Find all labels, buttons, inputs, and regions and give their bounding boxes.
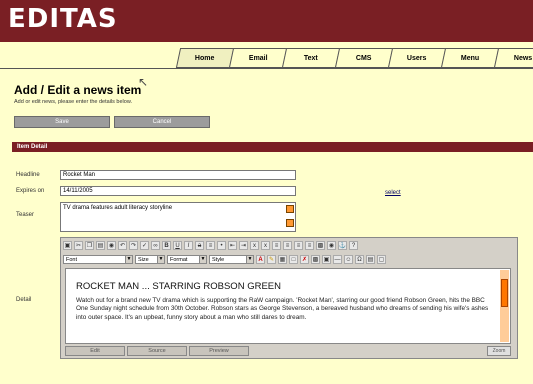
section-header: Item Detail [12,142,533,152]
highlight-icon[interactable]: ✎ [267,255,276,264]
unordered-list-icon[interactable]: • [217,241,226,250]
article-heading: ROCKET MAN ... STARRING ROBSON GREEN [76,281,281,292]
chevron-down-icon: ▼ [157,256,164,263]
tab-news[interactable]: News [493,48,533,68]
editor-toolbar-row-1: ▣ ✂ ❐ ▤ ◉ ↶ ↷ ✓ ∞ B U I a ≡ • ⇤ ⇥ x x ≡ … [63,240,358,251]
clear-format-icon[interactable]: ✗ [300,255,309,264]
article-body: Watch out for a brand new TV drama which… [76,297,489,321]
underline-icon[interactable]: U [173,241,182,250]
image-icon[interactable]: ▩ [316,241,325,250]
expires-label: Expires on [16,188,45,194]
anchor-icon[interactable]: ⚓ [338,241,347,250]
italic-icon[interactable]: I [184,241,193,250]
format-select[interactable]: Format ▼ [167,255,207,264]
tab-email[interactable]: Email [228,48,288,68]
link-icon[interactable]: ∞ [151,241,160,250]
headline-label: Headline [16,172,40,178]
mouse-cursor-icon: ↖ [138,75,149,89]
paste-icon[interactable]: ▤ [96,241,105,250]
tab-menu[interactable]: Menu [440,48,500,68]
form-icon[interactable]: □ [289,255,298,264]
strikethrough-icon[interactable]: a [195,241,204,250]
editor-toolbar-row-2: Font ▼ Size ▼ Format ▼ Style ▼ A ✎ ▦ □ ✗ ▩ ▣… [63,254,386,265]
tab-users[interactable]: Users [387,48,447,68]
detail-label: Detail [16,297,32,303]
editor-scroll-thumb[interactable] [501,279,508,307]
redo-icon[interactable]: ↷ [129,241,138,250]
size-select[interactable]: Size ▼ [135,255,165,264]
copy-icon[interactable]: ❐ [85,241,94,250]
expires-field[interactable]: 14/11/2005 [60,186,296,196]
chevron-down-icon: ▼ [125,256,132,263]
save-button[interactable]: Save [14,116,110,128]
subscript-icon[interactable]: x [261,241,270,250]
scroll-up-icon[interactable] [286,205,294,213]
special-char-icon[interactable]: Ω [355,255,364,264]
tab-preview[interactable]: Preview [189,346,249,356]
help-icon[interactable]: ? [349,241,358,250]
ordered-list-icon[interactable]: ≡ [206,241,215,250]
scroll-down-icon[interactable] [286,219,294,227]
fullscreen-icon[interactable]: ▢ [377,255,386,264]
nav-divider [0,68,533,69]
flash-icon[interactable]: ◉ [327,241,336,250]
align-center-icon[interactable]: ≡ [283,241,292,250]
select-date-link[interactable]: select [385,190,401,196]
horizontal-rule-icon[interactable]: — [333,255,342,264]
align-right-icon[interactable]: ≡ [294,241,303,250]
editor-mode-tabs: Edit Source Preview [65,346,251,356]
find-icon[interactable]: ◉ [107,241,116,250]
style-select[interactable]: Style ▼ [209,255,254,264]
text-color-icon[interactable]: A [256,255,265,264]
spellcheck-icon[interactable]: ✓ [140,241,149,250]
insert-image-icon[interactable]: ▩ [311,255,320,264]
page-title: Add / Edit a news item [14,83,142,97]
align-left-icon[interactable]: ≡ [272,241,281,250]
superscript-icon[interactable]: x [250,241,259,250]
justify-icon[interactable]: ≡ [305,241,314,250]
teaser-field[interactable]: TV drama features adult literacy storyli… [60,202,296,232]
zoom-select[interactable]: Zoom [487,346,511,356]
media-icon[interactable]: ▣ [322,255,331,264]
bold-icon[interactable]: B [162,241,171,250]
chevron-down-icon: ▼ [246,256,253,263]
cut-icon[interactable]: ✂ [74,241,83,250]
app-logo: EDITAS [8,4,118,34]
save-icon[interactable]: ▣ [63,241,72,250]
cancel-button[interactable]: Cancel [114,116,210,128]
font-select[interactable]: Font ▼ [63,255,133,264]
indent-icon[interactable]: ⇥ [239,241,248,250]
editor-content-area[interactable]: ROCKET MAN ... STARRING ROBSON GREEN Wat… [65,268,511,344]
chevron-down-icon: ▼ [199,256,206,263]
page-break-icon[interactable]: ▤ [366,255,375,264]
tab-home[interactable]: Home [175,48,235,68]
smiley-icon[interactable]: ☺ [344,255,353,264]
headline-field[interactable]: Rocket Man [60,170,296,180]
table-icon[interactable]: ▦ [278,255,287,264]
tab-cms[interactable]: CMS [334,48,394,68]
main-nav: Home Email Text CMS Users Menu News [175,48,533,68]
outdent-icon[interactable]: ⇤ [228,241,237,250]
app-header: EDITAS [0,0,533,42]
tab-source[interactable]: Source [127,346,187,356]
page-subtitle: Add or edit news, please enter the detai… [14,99,133,105]
undo-icon[interactable]: ↶ [118,241,127,250]
tab-text[interactable]: Text [281,48,341,68]
teaser-label: Teaser [16,212,35,218]
tab-edit[interactable]: Edit [65,346,125,356]
teaser-text: TV drama features adult literacy storyli… [63,205,173,211]
rich-text-editor: ▣ ✂ ❐ ▤ ◉ ↶ ↷ ✓ ∞ B U I a ≡ • ⇤ ⇥ x x ≡ … [60,237,518,359]
